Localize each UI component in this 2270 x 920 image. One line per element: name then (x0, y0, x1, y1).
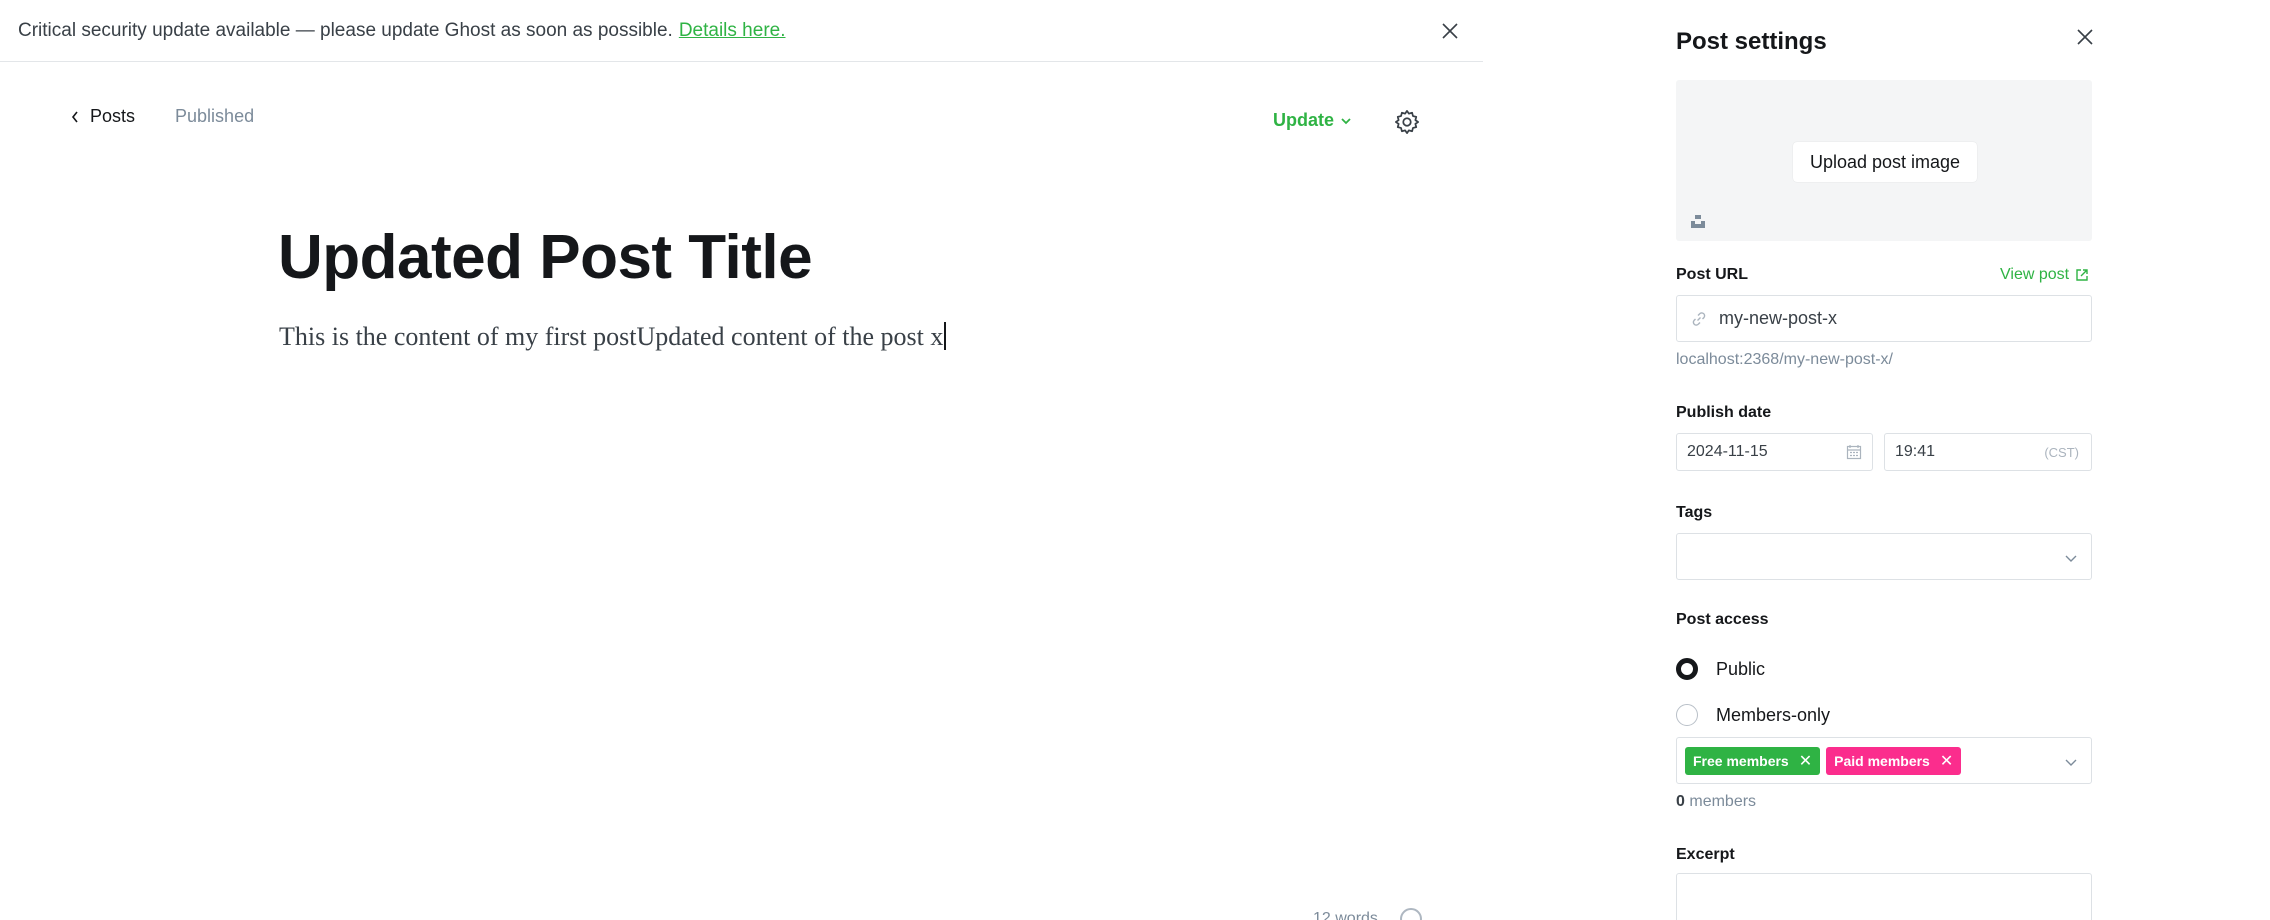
remove-token-icon[interactable]: ✕ (1940, 751, 1953, 771)
publish-date-input[interactable]: 2024-11-15 (1676, 433, 1873, 471)
security-alert-bar: Critical security update available — ple… (0, 0, 1483, 62)
remove-token-icon[interactable]: ✕ (1799, 751, 1812, 771)
word-count-bar: 12 words (1313, 908, 1422, 920)
publish-time-input[interactable]: 19:41 (CST) (1884, 433, 2092, 471)
alert-close-button[interactable] (1437, 18, 1463, 44)
post-body-text: This is the content of my first postUpda… (279, 322, 944, 351)
tags-select[interactable] (1676, 533, 2092, 580)
members-count-suffix: members (1689, 793, 1757, 810)
calendar-icon (1846, 445, 1862, 460)
segment-token-label: Free members (1693, 752, 1789, 769)
panel-close-button[interactable] (2074, 26, 2098, 50)
radio-members-only[interactable] (1676, 704, 1698, 726)
help-icon[interactable] (1399, 908, 1422, 920)
back-label: Posts (90, 106, 136, 126)
gear-icon (1395, 110, 1419, 134)
post-url-value: my-new-post-x (1719, 308, 1838, 328)
post-access-label: Post access (1676, 611, 1769, 628)
post-title[interactable]: Updated Post Title (278, 222, 813, 293)
post-body-editor[interactable]: This is the content of my first postUpda… (279, 322, 947, 352)
chevron-down-icon (2065, 759, 2077, 766)
editor-area: Critical security update available — ple… (0, 0, 1483, 920)
chevron-left-icon (71, 111, 78, 122)
feature-image-dropzone[interactable]: Upload post image (1676, 80, 2092, 241)
chevron-down-icon (1341, 117, 1351, 124)
close-icon (2077, 29, 2093, 45)
post-url-label: Post URL (1676, 266, 1748, 283)
access-option-members-only[interactable]: Members-only (1676, 704, 1830, 726)
access-option-public[interactable]: Public (1676, 658, 1765, 680)
segment-token-free: Free members ✕ (1685, 746, 1821, 775)
close-icon (1442, 23, 1458, 39)
unsplash-icon[interactable] (1690, 213, 1706, 229)
segment-token-paid: Paid members ✕ (1826, 746, 1962, 775)
update-label: Update (1273, 110, 1335, 130)
back-to-posts-link[interactable]: Posts (70, 106, 135, 127)
segment-token-label: Paid members (1834, 752, 1930, 769)
alert-details-link[interactable]: Details here. (679, 20, 786, 42)
members-count: 0 members (1676, 793, 1756, 811)
panel-title: Post settings (1676, 28, 1827, 55)
upload-post-image-button[interactable]: Upload post image (1793, 142, 1977, 182)
update-button[interactable]: Update (1273, 110, 1352, 131)
excerpt-label: Excerpt (1676, 846, 1735, 863)
post-settings-panel: Post settings Upload post image Post URL… (1650, 0, 2270, 920)
alert-message: Critical security update available — ple… (18, 19, 673, 41)
chevron-down-icon (2065, 555, 2077, 562)
excerpt-textarea[interactable] (1676, 873, 2092, 920)
radio-public[interactable] (1676, 658, 1698, 680)
post-url-hint: localhost:2368/my-new-post-x/ (1676, 351, 1893, 368)
members-count-value: 0 (1676, 793, 1685, 810)
access-option-label: Members-only (1716, 704, 1831, 725)
word-count: 12 words (1313, 910, 1378, 920)
access-option-label: Public (1716, 658, 1766, 679)
post-settings-toggle[interactable] (1393, 108, 1421, 136)
text-caret (944, 322, 947, 350)
post-url-input[interactable]: my-new-post-x (1676, 295, 2092, 342)
publish-date-label: Publish date (1676, 404, 1772, 421)
view-post-link[interactable]: View post (2000, 266, 2089, 284)
editor-top-nav: Posts Published (70, 106, 254, 127)
view-post-label: View post (2000, 266, 2070, 283)
post-status: Published (175, 106, 255, 126)
link-icon (1692, 311, 1706, 326)
tags-label: Tags (1676, 504, 1713, 521)
external-link-icon (2076, 269, 2088, 281)
publish-date-value: 2024-11-15 (1687, 443, 1768, 460)
member-segment-select[interactable]: Free members ✕ Paid members ✕ (1676, 737, 2092, 784)
publish-time-value: 19:41 (1895, 443, 1936, 460)
timezone-label: (CST) (2044, 445, 2079, 460)
